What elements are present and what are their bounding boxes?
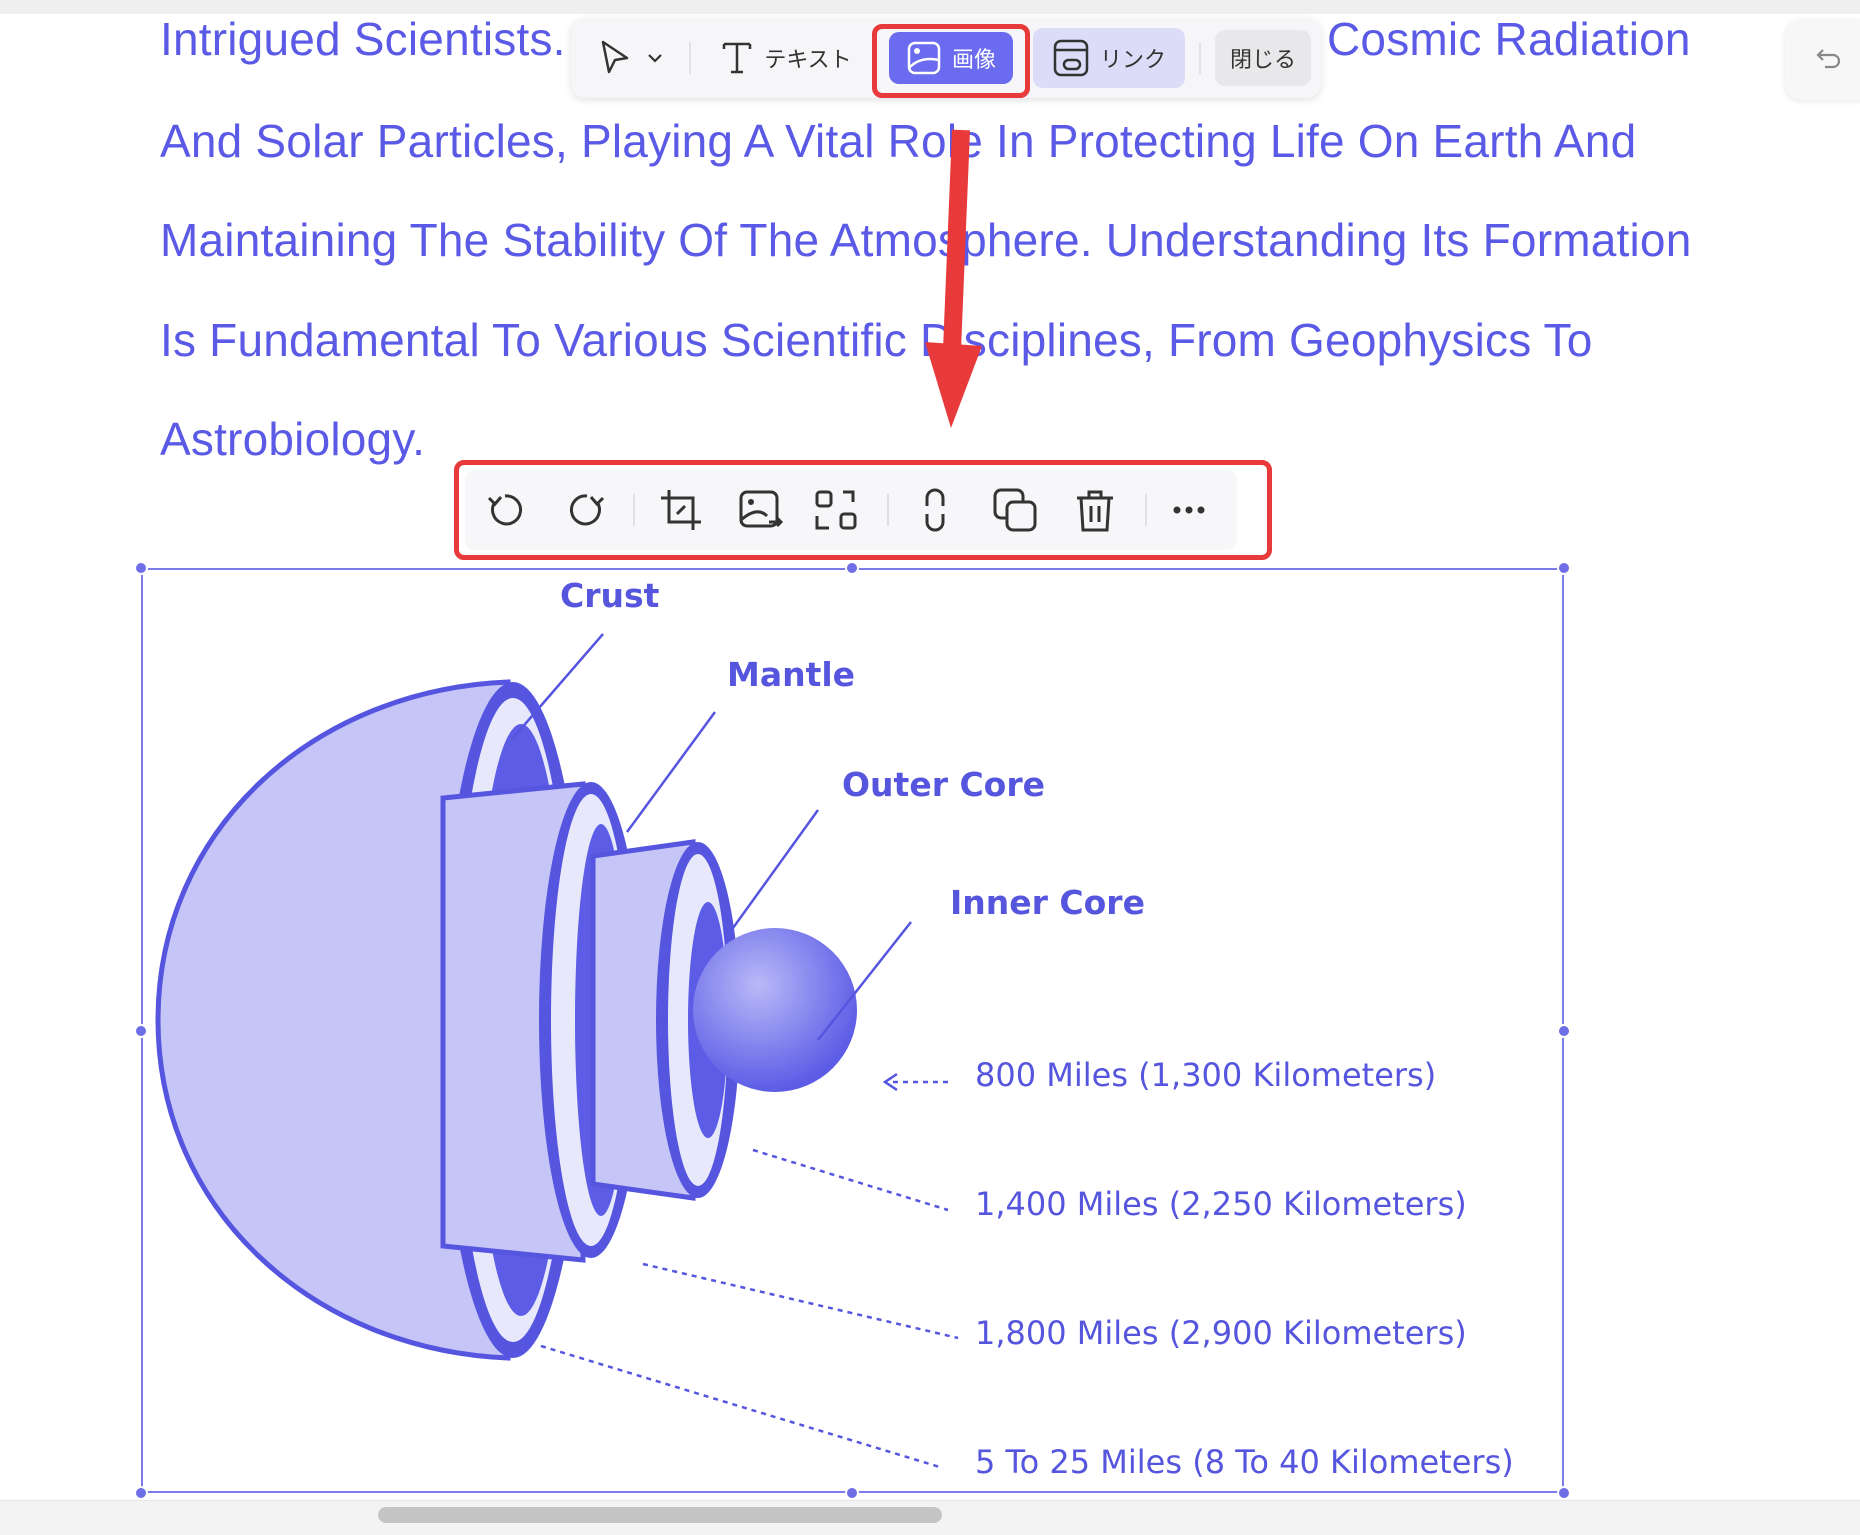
undo-panel <box>1785 20 1860 100</box>
distance-label-outer-core: 1,400 Miles (2,250 Kilometers) <box>975 1185 1467 1223</box>
image-button-highlight <box>872 24 1030 98</box>
undo-icon[interactable] <box>1813 45 1843 75</box>
horizontal-scrollbar-thumb[interactable] <box>378 1507 942 1523</box>
outer-core-label: Outer Core <box>842 765 1046 804</box>
doc-line-1a: Intrigued Scientists. <box>160 13 566 65</box>
doc-line-2: And Solar Particles, Playing A Vital Rol… <box>160 115 1637 167</box>
chevron-down-icon <box>648 54 662 63</box>
crust-label: Crust <box>560 576 660 615</box>
earth-layers-illustration <box>155 633 959 1470</box>
toolbar-divider <box>1199 42 1201 74</box>
distance-label-mantle: 1,800 Miles (2,900 Kilometers) <box>975 1314 1467 1352</box>
link-tool-button[interactable]: リンク <box>1033 28 1185 88</box>
text-tool-button[interactable]: テキスト <box>711 36 861 80</box>
select-tool-button[interactable] <box>591 36 671 80</box>
doc-line-4: Is Fundamental To Various Scientific Dis… <box>160 314 1593 366</box>
text-tool-icon <box>723 42 752 74</box>
doc-line-1b: Cosmic Radiation <box>1327 13 1691 65</box>
distance-label-inner-core: 800 Miles (1,300 Kilometers) <box>975 1056 1437 1094</box>
distance-label-crust: 5 To 25 Miles (8 To 40 Kilometers) <box>975 1443 1514 1481</box>
close-edit-button[interactable]: 閉じる <box>1215 30 1311 86</box>
red-arrow-icon <box>925 129 982 428</box>
toolbar-divider <box>689 42 691 74</box>
link-tool-label: リンク <box>1099 48 1166 73</box>
image-toolbar-highlight <box>454 460 1272 560</box>
close-edit-label: 閉じる <box>1229 48 1296 73</box>
text-tool-label: テキスト <box>764 48 852 73</box>
mantle-label: Mantle <box>727 655 856 694</box>
cursor-arrow-icon <box>601 40 629 74</box>
inner-core-label: Inner Core <box>950 883 1145 922</box>
link-box-icon <box>1053 39 1089 77</box>
doc-line-5: Astrobiology. <box>160 413 426 465</box>
